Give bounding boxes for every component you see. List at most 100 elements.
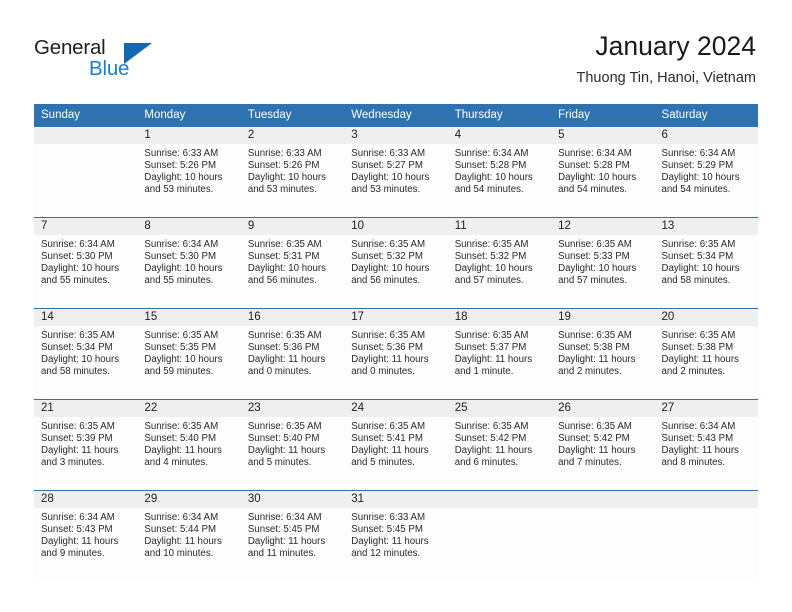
- day-details: Sunrise: 6:35 AM Sunset: 5:37 PM Daylight:…: [448, 326, 551, 378]
- sunset-text: Sunset: 5:45 PM: [351, 523, 423, 535]
- calendar-day-cell[interactable]: 9 Sunrise: 6:35 AM Sunset: 5:31 PM Daylight…: [240, 217, 345, 309]
- calendar-day-cell[interactable]: 14 Sunrise: 6:35 AM Sunset: 5:34 PM Dayligh…: [34, 308, 138, 400]
- sunset-text: Sunset: 5:34 PM: [41, 341, 113, 353]
- day-details: Sunrise: 6:34 AM Sunset: 5:30 PM Daylight:…: [137, 235, 240, 287]
- sunrise-text: Sunrise: 6:34 AM: [558, 148, 632, 159]
- calendar-day-cell[interactable]: 23 Sunrise: 6:35 AM Sunset: 5:40 PM Dayligh…: [240, 399, 345, 491]
- general-blue-logo[interactable]: General Blue: [34, 36, 214, 84]
- day-number: 21: [34, 400, 138, 417]
- day-details: Sunrise: 6:35 AM Sunset: 5:36 PM Daylight:…: [241, 326, 344, 378]
- day-details: Sunrise: 6:33 AM Sunset: 5:26 PM Daylight:…: [241, 144, 344, 196]
- daylight-text: Daylight: 10 hours and 55 minutes.: [41, 262, 120, 286]
- day-details: Sunrise: 6:35 AM Sunset: 5:33 PM Daylight:…: [551, 235, 654, 287]
- day-number: 13: [654, 218, 758, 235]
- calendar-day-cell[interactable]: 19 Sunrise: 6:35 AM Sunset: 5:38 PM Dayligh…: [551, 308, 655, 400]
- sunrise-text: Sunrise: 6:35 AM: [454, 421, 529, 432]
- calendar-day-cell[interactable]: 17 Sunrise: 6:35 AM Sunset: 5:36 PM Dayligh…: [344, 308, 448, 400]
- day-details: Sunrise: 6:33 AM Sunset: 5:45 PM Daylight:…: [344, 508, 447, 560]
- day-number: 27: [654, 400, 758, 417]
- calendar-week-row: 28 Sunrise: 6:34 AM Sunset: 5:43 PM Dayligh…: [34, 490, 758, 581]
- day-number: 3: [344, 127, 448, 144]
- calendar-day-cell[interactable]: 12 Sunrise: 6:35 AM Sunset: 5:33 PM Dayligh…: [551, 217, 655, 309]
- calendar-day-cell[interactable]: 21 Sunrise: 6:35 AM Sunset: 5:39 PM Dayligh…: [34, 399, 138, 491]
- weekday-header-monday: Monday: [137, 104, 241, 127]
- calendar-day-cell[interactable]: 16 Sunrise: 6:35 AM Sunset: 5:36 PM Dayligh…: [240, 308, 345, 400]
- day-number: 5: [551, 127, 655, 144]
- calendar-day-cell[interactable]: 27 Sunrise: 6:34 AM Sunset: 5:43 PM Dayligh…: [654, 399, 758, 491]
- calendar-day-cell[interactable]: 25 Sunrise: 6:35 AM Sunset: 5:42 PM Dayligh…: [447, 399, 552, 491]
- calendar-day-cell[interactable]: 5 Sunrise: 6:34 AM Sunset: 5:28 PM Daylight…: [551, 127, 655, 218]
- calendar-day-cell[interactable]: 22 Sunrise: 6:35 AM Sunset: 5:40 PM Dayligh…: [137, 399, 241, 491]
- sunrise-text: Sunrise: 6:35 AM: [144, 421, 219, 432]
- day-details: Sunrise: 6:35 AM Sunset: 5:39 PM Daylight:…: [34, 417, 137, 469]
- sunset-text: Sunset: 5:26 PM: [247, 159, 320, 171]
- sunrise-text: Sunrise: 6:34 AM: [144, 512, 219, 523]
- day-details: Sunrise: 6:35 AM Sunset: 5:40 PM Daylight:…: [137, 417, 240, 469]
- sunset-text: Sunset: 5:32 PM: [454, 250, 527, 262]
- calendar-day-cell[interactable]: 28 Sunrise: 6:34 AM Sunset: 5:43 PM Dayligh…: [34, 490, 138, 581]
- daylight-text: Daylight: 10 hours and 56 minutes.: [247, 262, 326, 286]
- sunrise-text: Sunrise: 6:34 AM: [41, 512, 115, 523]
- calendar-day-cell[interactable]: 11 Sunrise: 6:35 AM Sunset: 5:32 PM Dayligh…: [447, 217, 552, 309]
- calendar-day-cell[interactable]: 13 Sunrise: 6:35 AM Sunset: 5:34 PM Dayligh…: [654, 217, 758, 309]
- day-details: Sunrise: 6:33 AM Sunset: 5:26 PM Daylight:…: [137, 144, 240, 196]
- day-details: Sunrise: 6:34 AM Sunset: 5:43 PM Daylight:…: [34, 508, 137, 560]
- daylight-text: Daylight: 11 hours and 3 minutes.: [41, 444, 119, 468]
- day-number: 15: [137, 309, 241, 326]
- calendar-day-cell[interactable]: 30 Sunrise: 6:34 AM Sunset: 5:45 PM Dayligh…: [240, 490, 345, 581]
- day-number: [654, 491, 758, 508]
- daylight-text: Daylight: 11 hours and 2 minutes.: [558, 353, 636, 377]
- sunrise-text: Sunrise: 6:33 AM: [351, 148, 426, 159]
- day-details: Sunrise: 6:34 AM Sunset: 5:28 PM Daylight:…: [551, 144, 654, 196]
- calendar-day-cell[interactable]: 26 Sunrise: 6:35 AM Sunset: 5:42 PM Dayligh…: [551, 399, 655, 491]
- sunset-text: Sunset: 5:40 PM: [144, 432, 217, 444]
- sunset-text: Sunset: 5:33 PM: [558, 250, 630, 262]
- daylight-text: Daylight: 10 hours and 57 minutes.: [558, 262, 637, 286]
- calendar-day-cell[interactable]: 6 Sunrise: 6:34 AM Sunset: 5:29 PM Daylight…: [654, 127, 758, 218]
- day-details: Sunrise: 6:35 AM Sunset: 5:36 PM Daylight:…: [344, 326, 447, 378]
- sunset-text: Sunset: 5:34 PM: [661, 250, 734, 262]
- day-details: Sunrise: 6:35 AM Sunset: 5:41 PM Daylight:…: [344, 417, 447, 469]
- calendar-day-cell[interactable]: 20 Sunrise: 6:35 AM Sunset: 5:38 PM Dayligh…: [654, 308, 758, 400]
- daylight-text: Daylight: 10 hours and 54 minutes.: [558, 171, 637, 195]
- calendar-table: Sunday Monday Tuesday Wednesday Thursday Frid…: [34, 104, 758, 581]
- calendar-day-cell[interactable]: 24 Sunrise: 6:35 AM Sunset: 5:41 PM Dayligh…: [344, 399, 448, 491]
- sunrise-text: Sunrise: 6:35 AM: [41, 421, 115, 432]
- calendar-day-cell[interactable]: 2 Sunrise: 6:33 AM Sunset: 5:26 PM Daylight…: [240, 127, 345, 218]
- daylight-text: Daylight: 10 hours and 58 minutes.: [661, 262, 740, 286]
- calendar-body: 1 Sunrise: 6:33 AM Sunset: 5:26 PM Daylight…: [34, 127, 758, 581]
- daylight-text: Daylight: 10 hours and 54 minutes.: [454, 171, 533, 195]
- calendar-day-cell[interactable]: 8 Sunrise: 6:34 AM Sunset: 5:30 PM Daylight…: [137, 217, 241, 309]
- calendar-day-cell-empty: [551, 490, 655, 581]
- calendar-day-cell[interactable]: 31 Sunrise: 6:33 AM Sunset: 5:45 PM Dayligh…: [344, 490, 448, 581]
- day-details: Sunrise: 6:35 AM Sunset: 5:32 PM Daylight:…: [344, 235, 447, 287]
- sunset-text: Sunset: 5:26 PM: [144, 159, 217, 171]
- calendar-day-cell[interactable]: 10 Sunrise: 6:35 AM Sunset: 5:32 PM Dayligh…: [344, 217, 448, 309]
- calendar-day-cell[interactable]: 1 Sunrise: 6:33 AM Sunset: 5:26 PM Daylight…: [137, 127, 241, 218]
- day-details: Sunrise: 6:34 AM Sunset: 5:30 PM Daylight:…: [34, 235, 137, 287]
- weekday-header-saturday: Saturday: [654, 104, 758, 127]
- calendar-day-cell[interactable]: 3 Sunrise: 6:33 AM Sunset: 5:27 PM Daylight…: [344, 127, 448, 218]
- calendar-day-cell[interactable]: 29 Sunrise: 6:34 AM Sunset: 5:44 PM Dayligh…: [137, 490, 241, 581]
- calendar-day-cell-empty: [34, 127, 138, 218]
- day-details: Sunrise: 6:34 AM Sunset: 5:43 PM Daylight:…: [655, 417, 758, 469]
- sunset-text: Sunset: 5:38 PM: [558, 341, 630, 353]
- title-block: January 2024 Thuong Tin, Hanoi, Vietnam: [577, 30, 756, 87]
- sunset-text: Sunset: 5:29 PM: [661, 159, 734, 171]
- day-number: 10: [344, 218, 448, 235]
- daylight-text: Daylight: 10 hours and 59 minutes.: [144, 353, 223, 377]
- day-details: Sunrise: 6:35 AM Sunset: 5:38 PM Daylight:…: [551, 326, 654, 378]
- sunrise-text: Sunrise: 6:34 AM: [661, 421, 736, 432]
- sunset-text: Sunset: 5:45 PM: [247, 523, 320, 535]
- sunrise-text: Sunrise: 6:35 AM: [454, 330, 529, 341]
- daylight-text: Daylight: 11 hours and 1 minute.: [454, 353, 533, 377]
- calendar-day-cell[interactable]: 7 Sunrise: 6:34 AM Sunset: 5:30 PM Daylight…: [34, 217, 138, 309]
- calendar-day-cell[interactable]: 15 Sunrise: 6:35 AM Sunset: 5:35 PM Dayligh…: [137, 308, 241, 400]
- daylight-text: Daylight: 10 hours and 53 minutes.: [144, 171, 223, 195]
- sunset-text: Sunset: 5:43 PM: [661, 432, 734, 444]
- calendar-day-cell[interactable]: 18 Sunrise: 6:35 AM Sunset: 5:37 PM Dayligh…: [447, 308, 552, 400]
- daylight-text: Daylight: 10 hours and 54 minutes.: [661, 171, 740, 195]
- day-number: 29: [137, 491, 241, 508]
- sunrise-text: Sunrise: 6:35 AM: [454, 239, 529, 250]
- calendar-day-cell[interactable]: 4 Sunrise: 6:34 AM Sunset: 5:28 PM Daylight…: [447, 127, 552, 218]
